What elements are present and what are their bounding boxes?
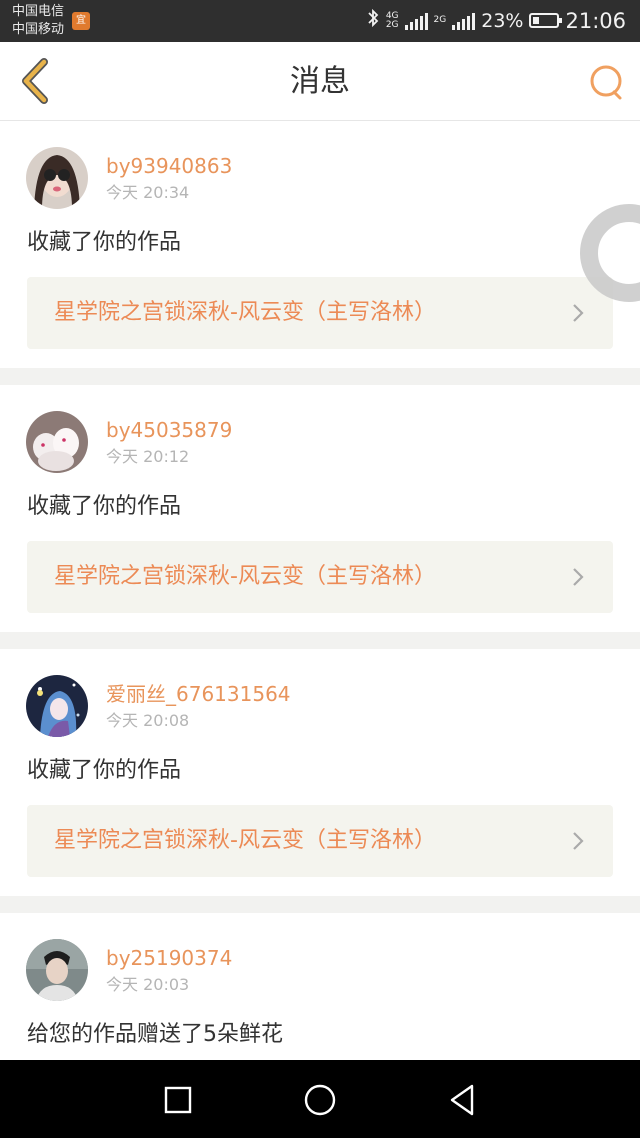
triangle-back-icon: [450, 1084, 474, 1116]
circle-icon: [304, 1084, 336, 1116]
work-title: 星学院之宫锁深秋-风云变（主写洛林）: [54, 564, 436, 589]
work-link[interactable]: 星学院之宫锁深秋-风云变（主写洛林）: [27, 805, 613, 877]
work-title: 星学院之宫锁深秋-风云变（主写洛林）: [54, 828, 436, 853]
home-button[interactable]: [298, 1078, 342, 1122]
username[interactable]: by93940863: [106, 154, 232, 178]
bluetooth-icon: [366, 8, 380, 33]
username[interactable]: by45035879: [106, 418, 232, 442]
action-text: 收藏了你的作品: [27, 230, 182, 255]
action-text: 收藏了你的作品: [27, 494, 182, 519]
carrier-2: 中国移动: [12, 22, 65, 37]
search-icon: [590, 65, 622, 100]
work-link[interactable]: 星学院之宫锁深秋-风云变（主写洛林）: [27, 277, 613, 349]
avatar[interactable]: [26, 939, 88, 1001]
sim-badge: 宜: [72, 12, 90, 30]
avatar[interactable]: [26, 675, 88, 737]
action-text: 收藏了你的作品: [27, 758, 182, 783]
battery-icon: [529, 13, 563, 28]
status-icons: 4G 2G 2G 23% 21:06: [366, 8, 626, 33]
timestamp: 今天 20:12: [106, 447, 190, 466]
square-icon: [164, 1086, 192, 1114]
message-card: by45035879 今天 20:12 收藏了你的作品 星学院之宫锁深秋-风云变…: [0, 385, 640, 632]
work-link[interactable]: 星学院之宫锁深秋-风云变（主写洛林）: [27, 541, 613, 613]
carrier-1: 中国电信: [12, 4, 65, 19]
network-type-1: 4G 2G: [385, 10, 399, 30]
floating-assistive-button[interactable]: [579, 203, 640, 303]
timestamp: 今天 20:03: [106, 975, 190, 994]
action-text: 给您的作品赠送了5朵鲜花: [27, 1022, 283, 1047]
message-card: 爱丽丝_676131564 今天 20:08 收藏了你的作品 星学院之宫锁深秋-…: [0, 649, 640, 896]
carrier-info: 中国电信 中国移动: [12, 3, 64, 39]
signal-icon-1: [404, 12, 428, 30]
status-bar: 中国电信 中国移动 宜 4G 2G 2G 23% 21:06: [0, 0, 640, 42]
chevron-right-icon: [573, 568, 584, 586]
message-card: by93940863 今天 20:34 收藏了你的作品 星学院之宫锁深秋-风云变…: [0, 121, 640, 368]
message-card: by25190374 今天 20:03 给您的作品赠送了5朵鲜花: [0, 913, 640, 1060]
username[interactable]: 爱丽丝_676131564: [106, 682, 291, 706]
system-nav-bar: [0, 1060, 640, 1138]
work-title: 星学院之宫锁深秋-风云变（主写洛林）: [54, 300, 436, 325]
recent-apps-button[interactable]: [156, 1078, 200, 1122]
username[interactable]: by25190374: [106, 946, 232, 970]
chevron-right-icon: [573, 832, 584, 850]
signal-icon-2: [452, 12, 476, 30]
clock: 21:06: [565, 8, 626, 33]
chevron-right-icon: [573, 304, 584, 322]
page-title: 消息: [290, 64, 350, 99]
message-list[interactable]: by93940863 今天 20:34 收藏了你的作品 星学院之宫锁深秋-风云变…: [0, 121, 640, 1060]
avatar[interactable]: [26, 411, 88, 473]
back-nav-button[interactable]: [440, 1078, 484, 1122]
network-type-2: 2G: [433, 15, 447, 25]
timestamp: 今天 20:08: [106, 711, 190, 730]
search-button[interactable]: [586, 62, 626, 102]
avatar[interactable]: [26, 147, 88, 209]
header: 消息: [0, 42, 640, 121]
timestamp: 今天 20:34: [106, 183, 190, 202]
battery-percent: 23%: [481, 9, 524, 32]
